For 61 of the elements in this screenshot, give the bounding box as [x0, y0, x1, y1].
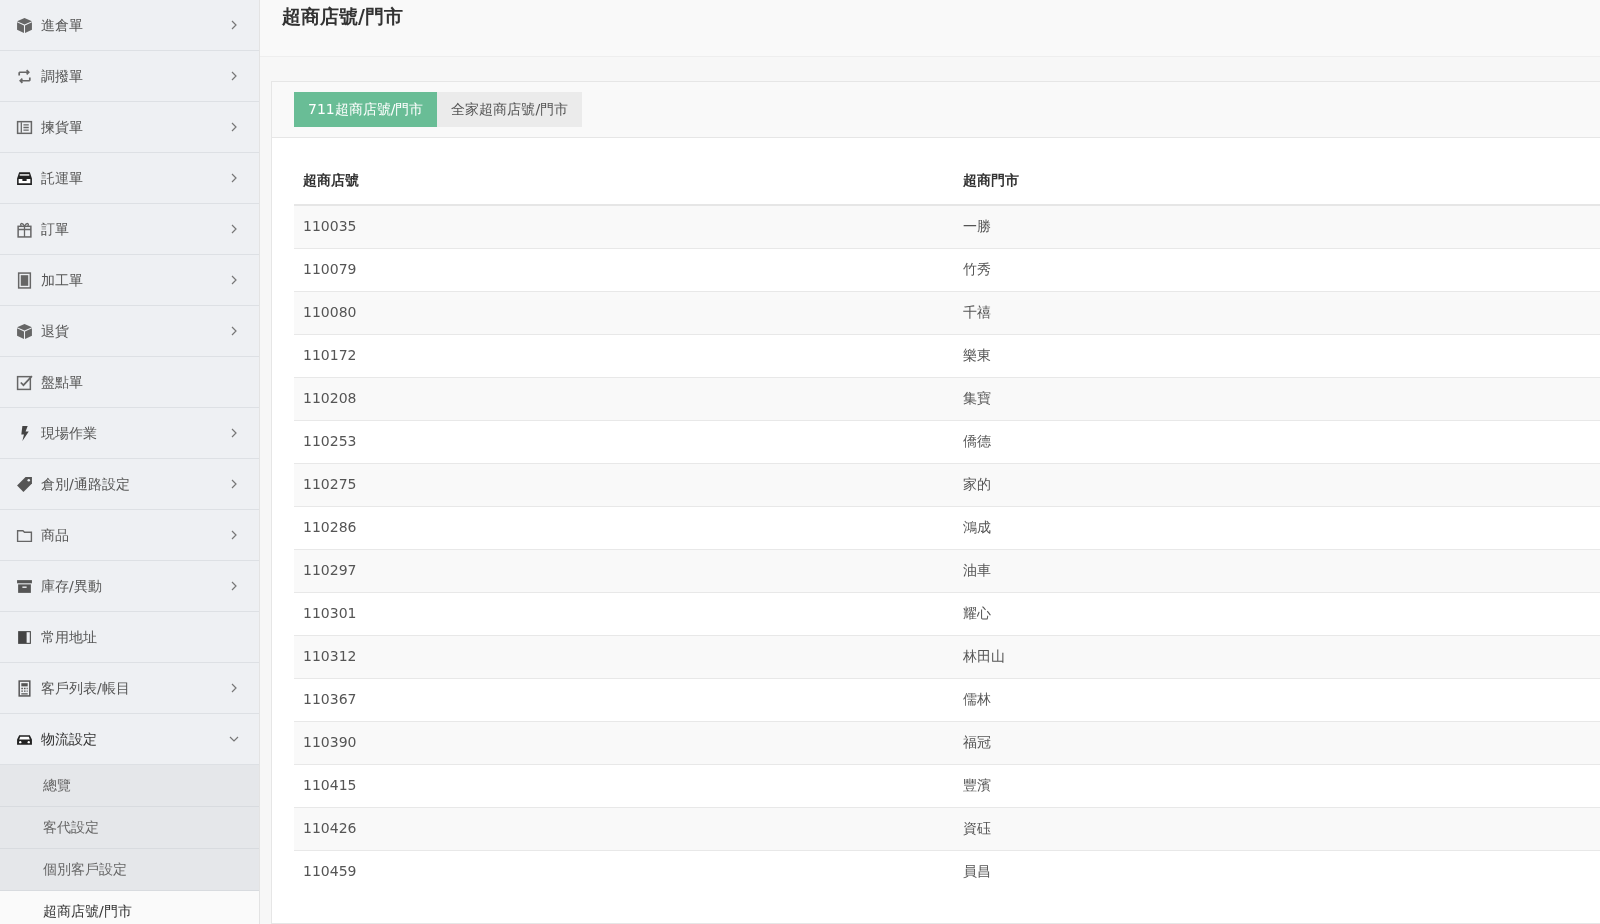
- chevron-icon: [229, 734, 239, 744]
- sidebar-item[interactable]: 客戶列表/帳目: [0, 663, 259, 714]
- sidebar-subitem[interactable]: 客代設定: [0, 807, 259, 849]
- table-cell: 集寶: [953, 377, 1600, 420]
- table-cell: 110459: [294, 850, 954, 893]
- sidebar-item[interactable]: 加工單: [0, 255, 259, 306]
- table-cell: 110035: [294, 205, 954, 248]
- table-cell: 油車: [953, 549, 1600, 592]
- cube-icon: [16, 16, 33, 34]
- inbox-icon: [16, 169, 33, 187]
- sidebar-item[interactable]: 庫存/異動: [0, 561, 259, 612]
- table-cell: 110426: [294, 807, 954, 850]
- table-cell: 110275: [294, 463, 954, 506]
- chevron-icon: [229, 173, 239, 183]
- archive-icon: [16, 577, 33, 595]
- sidebar-item[interactable]: 調撥單: [0, 51, 259, 102]
- table-cell: 一勝: [953, 205, 1600, 248]
- sidebar-item[interactable]: 訂單: [0, 204, 259, 255]
- sidebar-item[interactable]: 進倉單: [0, 0, 259, 51]
- tab[interactable]: 全家超商店號/門市: [437, 92, 583, 127]
- chevron-icon: [229, 479, 239, 489]
- table-cell: 110208: [294, 377, 954, 420]
- swap-arrows-icon: [16, 67, 33, 85]
- chevron-icon: [229, 224, 239, 234]
- sidebar-item[interactable]: 揀貨單: [0, 102, 259, 153]
- table-cell: 林田山: [953, 635, 1600, 678]
- sidebar-item[interactable]: 倉別/通路設定: [0, 459, 259, 510]
- sidebar-item[interactable]: 現場作業: [0, 408, 259, 459]
- sidebar-subitem[interactable]: 個別客戶設定: [0, 849, 259, 891]
- table-cell: 家的: [953, 463, 1600, 506]
- sidebar-subitem[interactable]: 總覽: [0, 765, 259, 807]
- chevron-icon: [229, 275, 239, 285]
- chevron-icon: [229, 530, 239, 540]
- cube-icon: [16, 322, 33, 340]
- table-cell: 110297: [294, 549, 954, 592]
- table-cell: 110312: [294, 635, 954, 678]
- chevron-icon: [229, 683, 239, 693]
- chevron-icon: [229, 71, 239, 81]
- list-icon: [16, 118, 33, 136]
- chevron-icon: [229, 581, 239, 591]
- chevron-icon: [229, 122, 239, 132]
- tag-icon: [16, 475, 33, 493]
- table-cell: 110390: [294, 721, 954, 764]
- chevron-icon: [229, 428, 239, 438]
- sidebar-subitem[interactable]: 超商店號/門市: [0, 891, 259, 924]
- table-cell: 千禧: [953, 291, 1600, 334]
- book-icon: [16, 628, 33, 646]
- chevron-icon: [229, 326, 239, 336]
- sidebar-item[interactable]: 常用地址: [0, 612, 259, 663]
- sidebar-item[interactable]: 託運單: [0, 153, 259, 204]
- table-cell: 110080: [294, 291, 954, 334]
- table-cell: 資砡: [953, 807, 1600, 850]
- sidebar-item[interactable]: 盤點單: [0, 357, 259, 408]
- chevron-icon: [229, 20, 239, 30]
- sidebar-item[interactable]: 退貨: [0, 306, 259, 357]
- checkbox-icon: [16, 373, 33, 391]
- table-cell: 員昌: [953, 850, 1600, 893]
- table-cell: 福冠: [953, 721, 1600, 764]
- gift-icon: [16, 220, 33, 238]
- sidebar-item[interactable]: 商品: [0, 510, 259, 561]
- page-title: 超商店號/門市: [282, 5, 403, 27]
